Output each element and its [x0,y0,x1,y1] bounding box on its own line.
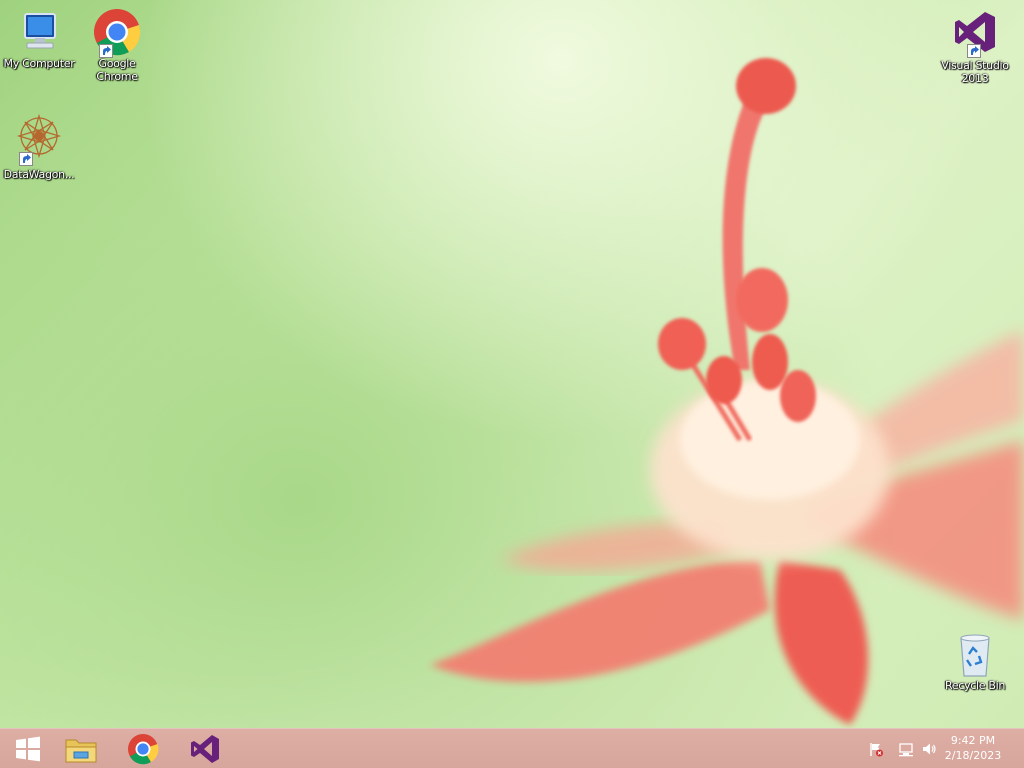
shortcut-arrow-icon [967,44,981,58]
taskbar-clock[interactable]: 9:42 PM 2/18/2023 [938,733,1008,763]
computer-icon [15,8,63,56]
google-chrome-label: Google Chrome [96,57,138,83]
my-computer-label: My Computer [3,57,75,70]
taskbar-file-explorer-button[interactable] [53,729,109,768]
action-center-flag-icon[interactable] [868,741,884,757]
shortcut-arrow-icon [99,44,113,58]
recycle-bin-desktop-icon[interactable]: Recycle Bin [936,630,1014,692]
network-icon[interactable] [898,741,914,757]
datawagon-label: DataWagon... [3,168,75,181]
taskbar-chrome-button[interactable] [115,729,171,768]
volume-icon[interactable] [921,741,937,757]
clock-date: 2/18/2023 [944,749,1002,762]
recycle-bin-icon [951,630,999,678]
recycle-bin-label: Recycle Bin [944,679,1006,692]
clock-time: 9:42 PM [950,734,996,747]
my-computer-desktop-icon[interactable]: My Computer [0,8,78,70]
file-explorer-icon [65,739,97,763]
visual-studio-label: Visual Studio 2013 [941,59,1009,85]
chrome-icon [128,734,159,765]
visual-studio-icon [951,8,999,58]
datawagon-icon [15,112,63,166]
start-button[interactable] [0,729,56,768]
wallpaper-flower [430,58,1024,725]
shortcut-arrow-icon [19,152,33,166]
desktop-background: My Computer Google Chrome DataWagon... V… [0,0,1024,728]
windows-logo-icon [16,736,40,762]
taskbar-visual-studio-button[interactable] [177,729,233,768]
datawagon-desktop-icon[interactable]: DataWagon... [0,112,78,181]
taskbar: 9:42 PM 2/18/2023 [0,728,1024,768]
google-chrome-desktop-icon[interactable]: Google Chrome [78,8,156,83]
visual-studio-desktop-icon[interactable]: Visual Studio 2013 [936,8,1014,85]
visual-studio-icon [191,735,219,763]
chrome-icon [93,8,141,58]
